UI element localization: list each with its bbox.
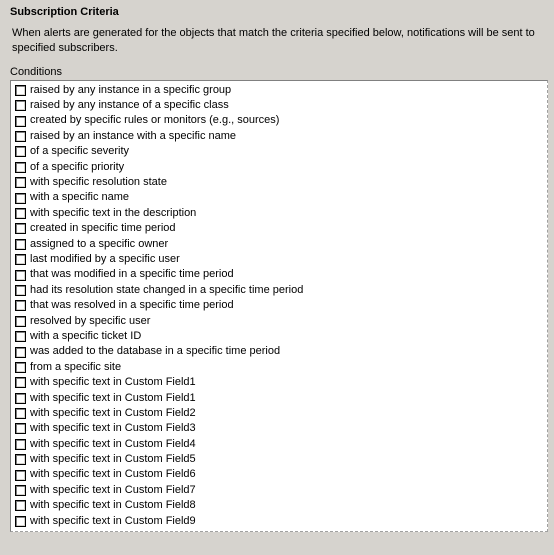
condition-checkbox[interactable] — [15, 300, 26, 311]
condition-row[interactable]: with specific text in Custom Field2 — [15, 406, 545, 421]
page-title: Subscription Criteria — [10, 6, 546, 18]
condition-label: raised by any instance of a specific cla… — [30, 98, 229, 113]
condition-checkbox[interactable] — [15, 162, 26, 173]
condition-checkbox[interactable] — [15, 116, 26, 127]
condition-label: that was modified in a specific time per… — [30, 267, 234, 282]
condition-checkbox[interactable] — [15, 516, 26, 527]
condition-row[interactable]: from a specific site — [15, 360, 545, 375]
condition-label: with specific text in Custom Field8 — [30, 498, 196, 513]
condition-row[interactable]: with specific text in Custom Field7 — [15, 483, 545, 498]
condition-label: assigned to a specific owner — [30, 237, 168, 252]
condition-checkbox[interactable] — [15, 131, 26, 142]
condition-label: resolved by specific user — [30, 314, 150, 329]
condition-label: from a specific site — [30, 360, 121, 375]
condition-checkbox[interactable] — [15, 408, 26, 419]
condition-row[interactable]: was added to the database in a specific … — [15, 344, 545, 359]
condition-row[interactable]: with specific text in Custom Field5 — [15, 452, 545, 467]
condition-row[interactable]: created by specific rules or monitors (e… — [15, 113, 545, 128]
condition-label: with specific text in the description — [30, 206, 196, 221]
condition-checkbox[interactable] — [15, 485, 26, 496]
condition-row[interactable]: last modified by a specific user — [15, 252, 545, 267]
condition-label: last modified by a specific user — [30, 252, 180, 267]
condition-label: with specific text in Custom Field3 — [30, 421, 196, 436]
page-description: When alerts are generated for the object… — [10, 24, 546, 58]
condition-checkbox[interactable] — [15, 454, 26, 465]
condition-label: of a specific severity — [30, 144, 129, 159]
condition-label: with specific text in Custom Field7 — [30, 483, 196, 498]
condition-checkbox[interactable] — [15, 470, 26, 481]
condition-row[interactable]: with a specific ticket ID — [15, 329, 545, 344]
condition-checkbox[interactable] — [15, 208, 26, 219]
condition-label: of a specific priority — [30, 160, 124, 175]
condition-row[interactable]: created in specific time period — [15, 221, 545, 236]
condition-checkbox[interactable] — [15, 239, 26, 250]
condition-row[interactable]: raised by an instance with a specific na… — [15, 129, 545, 144]
condition-row[interactable]: with a specific name — [15, 190, 545, 205]
condition-row[interactable]: with specific text in Custom Field1 — [15, 391, 545, 406]
condition-label: with specific text in Custom Field6 — [30, 467, 196, 482]
condition-row[interactable]: had its resolution state changed in a sp… — [15, 283, 545, 298]
condition-checkbox[interactable] — [15, 146, 26, 157]
condition-label: with specific text in Custom Field1 — [30, 391, 196, 406]
condition-label: created in specific time period — [30, 221, 176, 236]
condition-row[interactable]: with specific text in Custom Field1 — [15, 375, 545, 390]
condition-checkbox[interactable] — [15, 347, 26, 358]
condition-row[interactable]: assigned to a specific owner — [15, 237, 545, 252]
condition-row[interactable]: of a specific priority — [15, 160, 545, 175]
condition-row[interactable]: with specific text in Custom Field6 — [15, 467, 545, 482]
condition-label: with specific text in Custom Field9 — [30, 514, 196, 529]
condition-label: with a specific name — [30, 190, 129, 205]
condition-checkbox[interactable] — [15, 439, 26, 450]
condition-row[interactable]: with specific text in Custom Field9 — [15, 514, 545, 529]
condition-row[interactable]: raised by any instance in a specific gro… — [15, 83, 545, 98]
condition-label: that was resolved in a specific time per… — [30, 298, 234, 313]
condition-checkbox[interactable] — [15, 285, 26, 296]
condition-checkbox[interactable] — [15, 193, 26, 204]
condition-checkbox[interactable] — [15, 423, 26, 434]
condition-row[interactable]: of a specific severity — [15, 144, 545, 159]
condition-checkbox[interactable] — [15, 85, 26, 96]
condition-label: created by specific rules or monitors (e… — [30, 113, 279, 128]
condition-label: with specific text in Custom Field4 — [30, 437, 196, 452]
condition-checkbox[interactable] — [15, 100, 26, 111]
condition-row[interactable]: with specific text in Custom Field10 — [15, 529, 545, 532]
condition-label: raised by an instance with a specific na… — [30, 129, 236, 144]
condition-checkbox[interactable] — [15, 362, 26, 373]
condition-checkbox[interactable] — [15, 270, 26, 281]
condition-row[interactable]: resolved by specific user — [15, 314, 545, 329]
condition-row[interactable]: with specific text in the description — [15, 206, 545, 221]
condition-checkbox[interactable] — [15, 393, 26, 404]
condition-row[interactable]: that was modified in a specific time per… — [15, 267, 545, 282]
condition-row[interactable]: that was resolved in a specific time per… — [15, 298, 545, 313]
header-area: Subscription Criteria When alerts are ge… — [0, 0, 554, 66]
condition-checkbox[interactable] — [15, 500, 26, 511]
condition-label: raised by any instance in a specific gro… — [30, 83, 231, 98]
condition-label: with specific text in Custom Field10 — [30, 529, 202, 532]
conditions-label: Conditions — [0, 66, 554, 80]
condition-checkbox[interactable] — [15, 223, 26, 234]
condition-label: had its resolution state changed in a sp… — [30, 283, 303, 298]
condition-checkbox[interactable] — [15, 177, 26, 188]
condition-label: with specific text in Custom Field5 — [30, 452, 196, 467]
condition-row[interactable]: with specific text in Custom Field8 — [15, 498, 545, 513]
condition-row[interactable]: with specific resolution state — [15, 175, 545, 190]
condition-checkbox[interactable] — [15, 377, 26, 388]
conditions-list: raised by any instance in a specific gro… — [10, 80, 548, 532]
condition-row[interactable]: with specific text in Custom Field4 — [15, 437, 545, 452]
condition-row[interactable]: raised by any instance of a specific cla… — [15, 98, 545, 113]
condition-label: with specific text in Custom Field2 — [30, 406, 196, 421]
condition-label: with a specific ticket ID — [30, 329, 141, 344]
condition-label: with specific text in Custom Field1 — [30, 375, 196, 390]
condition-checkbox[interactable] — [15, 316, 26, 327]
condition-row[interactable]: with specific text in Custom Field3 — [15, 421, 545, 436]
condition-checkbox[interactable] — [15, 254, 26, 265]
condition-label: with specific resolution state — [30, 175, 167, 190]
condition-label: was added to the database in a specific … — [30, 344, 280, 359]
condition-checkbox[interactable] — [15, 331, 26, 342]
